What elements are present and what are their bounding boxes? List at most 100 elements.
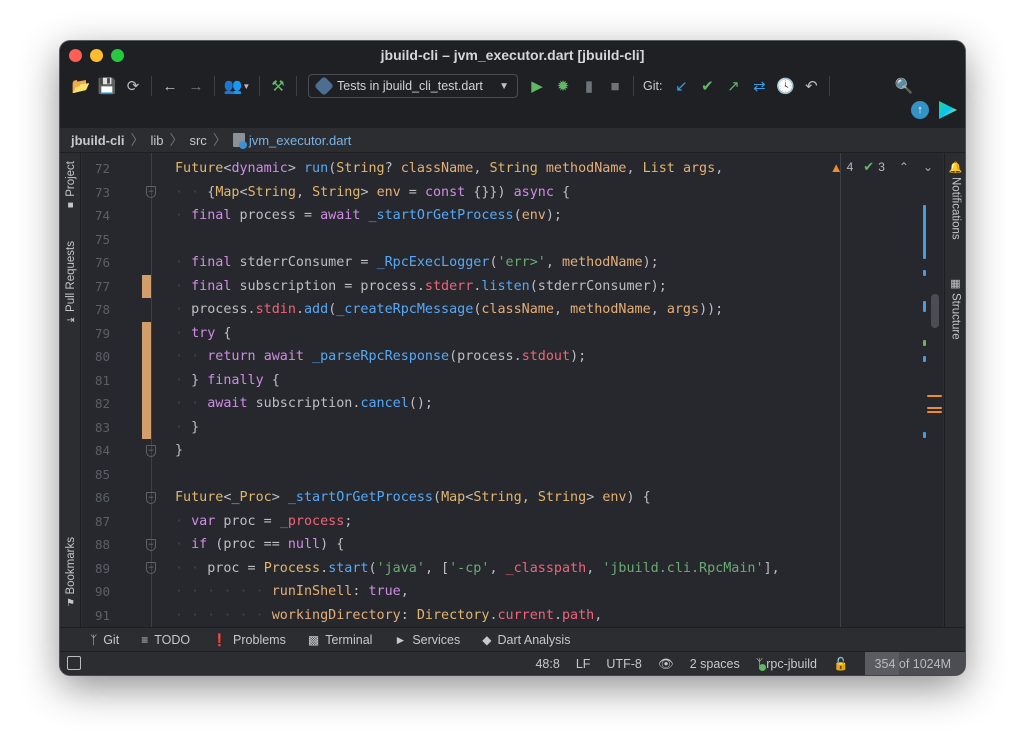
fold-icon[interactable]: − (146, 186, 156, 199)
git-update-icon[interactable]: ↙ (668, 74, 694, 98)
toggle-tool-windows-icon[interactable] (67, 656, 81, 670)
line-number[interactable]: 81 (82, 373, 110, 388)
code-line[interactable]: 90 · · · · · · runInShell: true, (82, 580, 943, 604)
code-line[interactable]: 83 · } (82, 415, 943, 439)
line-number[interactable]: 77 (82, 279, 110, 294)
rollback-icon[interactable]: ↶ (798, 74, 824, 98)
line-number[interactable]: 91 (82, 608, 110, 623)
code-line[interactable]: 78 · process.stdin.add(_createRpcMessage(… (82, 298, 943, 322)
line-separator[interactable]: LF (576, 657, 591, 671)
run-configuration-select[interactable]: Tests in jbuild_cli_test.dart ▼ (308, 74, 518, 98)
tool-tab-services[interactable]: ► Services (394, 633, 460, 647)
vcs-change-marker[interactable] (142, 392, 151, 416)
scrollbar-change-marker[interactable] (923, 301, 926, 312)
line-number[interactable]: 89 (82, 561, 110, 576)
git-push-icon[interactable]: ↗ (720, 74, 746, 98)
tool-tab-pull-requests[interactable]: Pull Requests ⇥ (60, 241, 81, 326)
forward-arrow-icon[interactable]: → (183, 74, 209, 98)
code-line[interactable]: 87 · var proc = _process; (82, 510, 943, 534)
tool-tab-dart-analysis[interactable]: ◆ Dart Analysis (482, 633, 570, 647)
code-line[interactable]: 73− · · {Map<String, String> env = const … (82, 181, 943, 205)
indent-setting[interactable]: 2 spaces (690, 657, 740, 671)
build-hammer-icon[interactable]: ⚒ (265, 74, 291, 98)
scrollbar-change-marker[interactable] (923, 270, 926, 276)
code-editor[interactable]: 72 Future<dynamic> run(String? className,… (82, 153, 943, 627)
fold-icon[interactable]: − (146, 538, 156, 551)
jetbrains-toolbox-icon[interactable] (939, 101, 957, 119)
vcs-change-marker[interactable] (142, 345, 151, 369)
vcs-change-marker[interactable] (142, 415, 151, 439)
code-line[interactable]: 82 · · await subscription.cancel(); (82, 392, 943, 416)
breadcrumb-item[interactable]: lib (150, 133, 163, 148)
scrollbar-warning-marker[interactable] (927, 395, 942, 397)
fold-icon[interactable]: − (146, 491, 156, 504)
code-line[interactable]: 91 · · · · · · workingDirectory: Director… (82, 604, 943, 628)
line-number[interactable]: 82 (82, 396, 110, 411)
vcs-change-marker[interactable] (142, 368, 151, 392)
vcs-change-marker[interactable] (142, 274, 151, 298)
user-icon[interactable]: 👥 ▼ (220, 74, 254, 98)
scrollbar-change-marker[interactable] (923, 356, 926, 362)
line-number[interactable]: 74 (82, 208, 110, 223)
breadcrumb-file[interactable]: jvm_executor.dart (249, 133, 352, 148)
line-number[interactable]: 78 (82, 302, 110, 317)
code-line[interactable]: 89 − · · proc = Process.start('java', ['-c… (82, 557, 943, 581)
tool-tab-problems[interactable]: ❗ Problems (212, 633, 286, 647)
save-icon[interactable]: 💾 (94, 74, 120, 98)
code-line[interactable]: 79 · try { (82, 321, 943, 345)
tool-tab-notifications[interactable]: 🔔 Notifications (945, 161, 965, 240)
code-line[interactable]: 72 Future<dynamic> run(String? className,… (82, 157, 943, 181)
debug-icon[interactable]: ✹ (550, 74, 576, 98)
memory-indicator[interactable]: 354 of 1024M (864, 652, 965, 675)
stop-icon[interactable]: ■ (602, 74, 628, 98)
line-number[interactable]: 88 (82, 537, 110, 552)
history-icon[interactable]: 🕓 (772, 74, 798, 98)
line-number[interactable]: 76 (82, 255, 110, 270)
code-line[interactable]: 75 (82, 228, 943, 252)
fold-icon[interactable]: − (146, 562, 156, 575)
breadcrumb-item[interactable]: jbuild-cli (71, 133, 124, 148)
code-line[interactable]: 86 − Future<_Proc> _startOrGetProcess(Map<… (82, 486, 943, 510)
eye-icon[interactable]: 👁 (658, 657, 674, 672)
update-icon[interactable]: ↑ (911, 101, 929, 119)
scrollbar-change-marker[interactable] (923, 340, 926, 346)
line-number[interactable]: 79 (82, 326, 110, 341)
previous-highlight-icon[interactable]: ⌃ (899, 160, 909, 174)
code-line[interactable]: 76 · final stderrConsumer = _RpcExecLogge… (82, 251, 943, 275)
code-line[interactable]: 74 · final process = await _startOrGetPro… (82, 204, 943, 228)
coverage-icon[interactable]: ▮ (576, 74, 602, 98)
git-branch-widget[interactable]: ᛉ rpc-jbuild (756, 657, 817, 671)
inspection-widget[interactable]: ▲ 4 ✔ 3 ⌃ ⌄ (830, 159, 933, 175)
scrollbar-warning-marker[interactable] (927, 411, 942, 413)
code-line[interactable]: 77 · final subscription = process.stderr.… (82, 274, 943, 298)
git-merge-icon[interactable]: ⇄ (746, 74, 772, 98)
tool-tab-project[interactable]: Project ■ (60, 161, 81, 211)
scrollbar-change-marker[interactable] (923, 432, 926, 438)
sync-icon[interactable]: ⟳ (120, 74, 146, 98)
line-number[interactable]: 73 (82, 185, 110, 200)
line-number[interactable]: 90 (82, 584, 110, 599)
run-icon[interactable]: ▶ (524, 74, 550, 98)
tool-tab-git[interactable]: ᛉ Git (90, 633, 119, 647)
code-line[interactable]: 80 · · return await _parseRpcResponse(pro… (82, 345, 943, 369)
tool-tab-todo[interactable]: ≡ TODO (141, 633, 190, 647)
code-line[interactable]: 84 −} (82, 439, 943, 463)
line-number[interactable]: 85 (82, 467, 110, 482)
vcs-change-marker[interactable] (142, 321, 151, 345)
lock-icon[interactable]: 🔓 (833, 657, 849, 672)
tool-tab-terminal[interactable]: ▩ Terminal (308, 633, 373, 647)
code-line[interactable]: 85 (82, 463, 943, 487)
line-number[interactable]: 86 (82, 490, 110, 505)
scrollbar-change-marker[interactable] (923, 205, 926, 259)
line-number[interactable]: 80 (82, 349, 110, 364)
line-number[interactable]: 75 (82, 232, 110, 247)
next-highlight-icon[interactable]: ⌄ (923, 160, 933, 174)
scrollbar-warning-marker[interactable] (927, 407, 942, 409)
line-number[interactable]: 87 (82, 514, 110, 529)
git-commit-icon[interactable]: ✔ (694, 74, 720, 98)
code-line[interactable]: 81 · } finally { (82, 368, 943, 392)
caret-position[interactable]: 48:8 (535, 657, 559, 671)
line-number[interactable]: 72 (82, 161, 110, 176)
back-arrow-icon[interactable]: ← (157, 74, 183, 98)
tool-tab-bookmarks[interactable]: Bookmarks ⚑ (60, 537, 81, 609)
